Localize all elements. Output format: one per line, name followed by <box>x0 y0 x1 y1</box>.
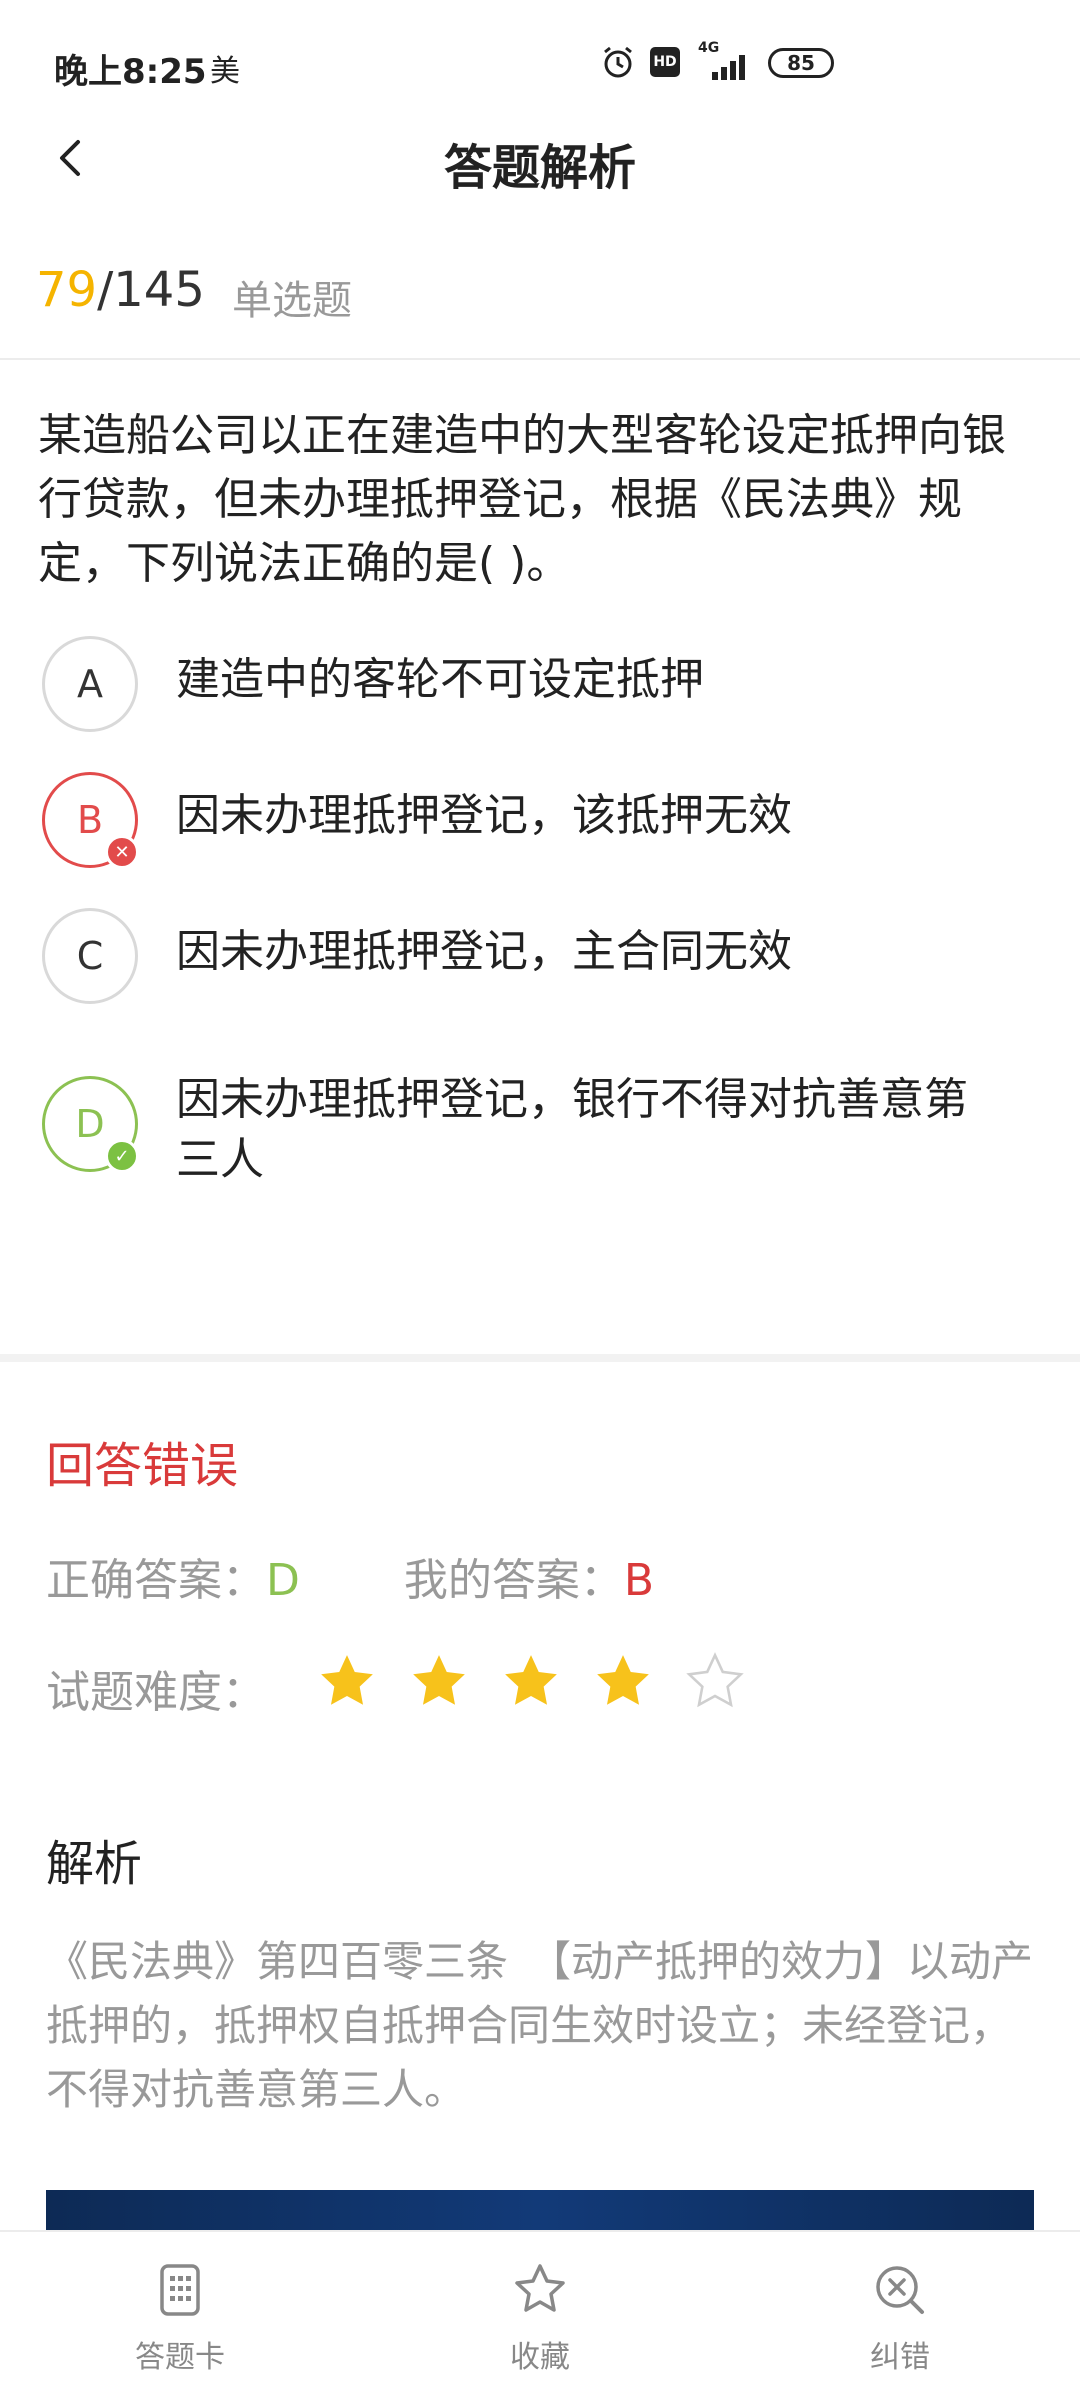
battery-icon: 85 <box>768 48 834 78</box>
search-x-icon <box>876 2266 924 2314</box>
current-question-number: 79 <box>36 262 98 318</box>
wrong-mark-icon: ✕ <box>105 835 139 869</box>
star-outline-icon <box>515 2264 565 2312</box>
my-answer-value: B <box>623 1555 655 1606</box>
option-d[interactable]: D ✓ 因未办理抵押登记，银行不得对抗善意第三人 <box>42 1074 1042 1190</box>
star-filled-icon <box>597 1655 649 1705</box>
star-filled-icon <box>413 1655 465 1705</box>
option-letter-circle: C <box>42 908 138 1004</box>
correct-check-icon: ✓ <box>105 1139 139 1173</box>
correct-answer-value: D <box>266 1555 300 1606</box>
nav-favorite[interactable]: 收藏 <box>430 2258 650 2376</box>
status-bar: 晚上8:25 美 HD 4G 85 <box>0 0 1080 130</box>
correct-answer-label: 正确答案： <box>46 1555 266 1606</box>
star-filled-icon <box>505 1655 557 1705</box>
option-text: 因未办理抵押登记，主合同无效 <box>176 926 792 977</box>
option-letter-circle: D ✓ <box>42 1076 139 1173</box>
analysis-text: 《民法典》第四百零三条 【动产抵押的效力】以动产抵押的，抵押权自抵押合同生效时设… <box>46 1937 1034 2114</box>
difficulty-stars <box>316 1650 746 1712</box>
hd-icon: HD <box>650 47 680 77</box>
question-progress: 79/145 <box>36 262 205 318</box>
nav-label: 纠错 <box>870 2340 930 2375</box>
result-status: 回答错误 <box>46 1438 239 1494</box>
option-letter-circle: B ✕ <box>42 772 139 869</box>
total-questions: /145 <box>97 262 205 318</box>
signal-icon <box>712 55 745 80</box>
question-text: 某造船公司以正在建造中的大型客轮设定抵押向银行贷款，但未办理抵押登记，根据《民法… <box>38 410 1006 589</box>
star-empty-icon <box>686 1652 744 1708</box>
option-b[interactable]: B ✕ 因未办理抵押登记，该抵押无效 <box>42 772 1042 869</box>
option-text: 因未办理抵押登记，该抵押无效 <box>176 790 792 841</box>
answer-summary: 正确答案：D 我的答案：B <box>46 1544 654 1608</box>
option-letter-circle: A <box>42 636 138 732</box>
option-c[interactable]: C 因未办理抵押登记，主合同无效 <box>42 908 1042 1004</box>
difficulty-label: 试题难度： <box>46 1667 266 1718</box>
analysis-image <box>46 2190 1034 2230</box>
nav-label: 答题卡 <box>135 2340 225 2375</box>
divider <box>0 358 1080 360</box>
nav-answer-card[interactable]: 答题卡 <box>70 2258 290 2376</box>
nav-report-error[interactable]: 纠错 <box>790 2258 1010 2376</box>
section-divider <box>0 1354 1080 1362</box>
alarm-icon <box>604 46 632 78</box>
status-extra-label: 美 <box>210 54 240 89</box>
option-text: 因未办理抵押登记，银行不得对抗善意第三人 <box>176 1074 968 1185</box>
option-text: 建造中的客轮不可设定抵押 <box>176 654 704 705</box>
option-a[interactable]: A 建造中的客轮不可设定抵押 <box>42 636 1042 732</box>
answer-card-icon <box>160 2264 200 2316</box>
question-type: 单选题 <box>232 278 352 324</box>
my-answer-label: 我的答案： <box>403 1555 624 1606</box>
status-time: 晚上8:25 <box>54 52 207 92</box>
nav-label: 收藏 <box>510 2340 570 2375</box>
page-title: 答题解析 <box>443 140 636 196</box>
analysis-title: 解析 <box>46 1836 143 1892</box>
star-filled-icon <box>321 1655 373 1705</box>
